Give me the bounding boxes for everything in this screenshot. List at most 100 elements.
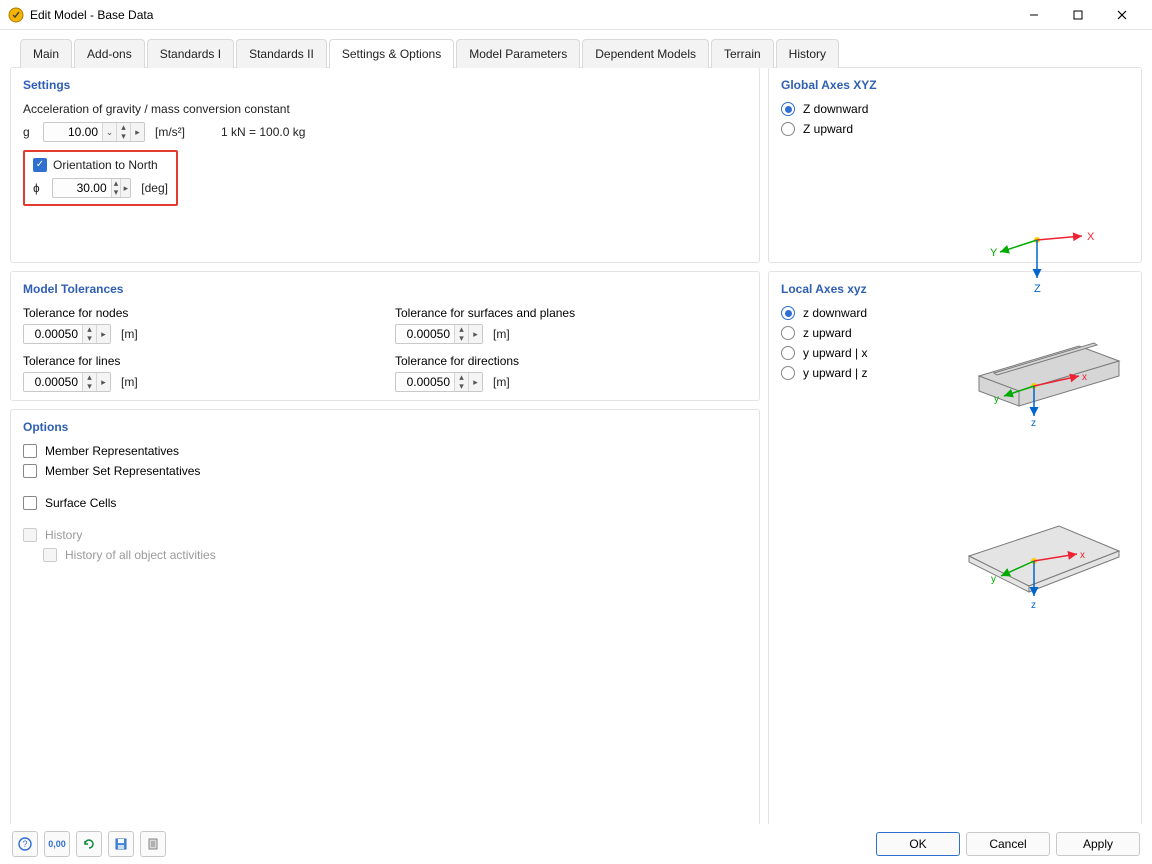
tab-settings-options[interactable]: Settings & Options xyxy=(329,39,454,68)
tol-directions-stepper[interactable]: ▴▾ xyxy=(454,373,468,391)
units-icon-button[interactable]: 0,00 xyxy=(44,831,70,857)
footer: ? 0,00 OK Cancel Apply xyxy=(0,824,1152,864)
g-note: 1 kN = 100.0 kg xyxy=(221,125,305,139)
apply-button[interactable]: Apply xyxy=(1056,832,1140,856)
local-z-down-radio[interactable] xyxy=(781,306,795,320)
tab-history[interactable]: History xyxy=(776,39,839,68)
tab-dependent-models[interactable]: Dependent Models xyxy=(582,39,709,68)
cancel-button[interactable]: Cancel xyxy=(966,832,1050,856)
member-set-rep-checkbox[interactable] xyxy=(23,464,37,478)
close-button[interactable] xyxy=(1100,1,1144,29)
tol-directions-input[interactable] xyxy=(396,373,454,391)
local-z-up-radio[interactable] xyxy=(781,326,795,340)
svg-text:x: x xyxy=(1080,550,1085,561)
tol-nodes-spinner[interactable]: ▴▾ ▸ xyxy=(23,324,111,344)
phi-input[interactable] xyxy=(53,179,111,197)
global-z-up-radio[interactable] xyxy=(781,122,795,136)
local-y-up-z-radio[interactable] xyxy=(781,366,795,380)
tol-surfaces-input[interactable] xyxy=(396,325,454,343)
minimize-button[interactable] xyxy=(1012,1,1056,29)
tab-bar: Main Add-ons Standards I Standards II Se… xyxy=(0,30,1152,67)
help-icon-button[interactable]: ? xyxy=(12,831,38,857)
tol-nodes-go-icon[interactable]: ▸ xyxy=(96,325,110,343)
local-axes-plate-diagram: x y z xyxy=(781,506,1129,616)
svg-text:Y: Y xyxy=(990,247,998,259)
history-label: History xyxy=(45,528,82,542)
window-title: Edit Model - Base Data xyxy=(30,8,153,22)
tab-model-parameters[interactable]: Model Parameters xyxy=(456,39,580,68)
tol-nodes-label: Tolerance for nodes xyxy=(23,306,375,320)
tol-directions-label: Tolerance for directions xyxy=(395,354,747,368)
tol-lines-spinner[interactable]: ▴▾ ▸ xyxy=(23,372,111,392)
svg-text:x: x xyxy=(1082,372,1087,383)
tol-surfaces-go-icon[interactable]: ▸ xyxy=(468,325,482,343)
local-y-up-z-label: y upward | z xyxy=(803,366,867,380)
surface-cells-checkbox[interactable] xyxy=(23,496,37,510)
panel-tolerances: Model Tolerances Tolerance for nodes ▴▾ … xyxy=(10,271,760,401)
panel-options: Options Member Representatives Member Se… xyxy=(10,409,760,857)
svg-text:Z: Z xyxy=(1034,283,1041,295)
tab-standards-2[interactable]: Standards II xyxy=(236,39,327,68)
g-symbol: g xyxy=(23,125,37,139)
tol-lines-stepper[interactable]: ▴▾ xyxy=(82,373,96,391)
history-all-label: History of all object activities xyxy=(65,548,216,562)
gravity-label: Acceleration of gravity / mass conversio… xyxy=(23,102,747,116)
g-input-spinner[interactable]: ⌄ ▴▾ ▸ xyxy=(43,122,145,142)
local-z-up-label: z upward xyxy=(803,326,852,340)
g-stepper[interactable]: ▴▾ xyxy=(116,123,130,141)
global-z-up-label: Z upward xyxy=(803,122,853,136)
phi-symbol: ɸ xyxy=(33,181,46,195)
tol-surfaces-unit: [m] xyxy=(493,327,510,341)
phi-go-icon[interactable]: ▸ xyxy=(120,179,130,197)
tab-addons[interactable]: Add-ons xyxy=(74,39,145,68)
save-icon-button[interactable] xyxy=(108,831,134,857)
app-icon xyxy=(8,7,24,23)
tol-lines-unit: [m] xyxy=(121,375,138,389)
local-y-up-x-radio[interactable] xyxy=(781,346,795,360)
local-y-up-x-label: y upward | x xyxy=(803,346,867,360)
history-all-checkbox xyxy=(43,548,57,562)
panel-title-options: Options xyxy=(23,420,747,434)
tol-directions-go-icon[interactable]: ▸ xyxy=(468,373,482,391)
ok-button[interactable]: OK xyxy=(876,832,960,856)
global-axes-diagram: X Y Z xyxy=(982,220,1102,300)
member-rep-checkbox[interactable] xyxy=(23,444,37,458)
maximize-button[interactable] xyxy=(1056,1,1100,29)
title-bar: Edit Model - Base Data xyxy=(0,0,1152,30)
svg-text:y: y xyxy=(994,394,999,405)
global-z-down-radio[interactable] xyxy=(781,102,795,116)
tol-nodes-stepper[interactable]: ▴▾ xyxy=(82,325,96,343)
tab-standards-1[interactable]: Standards I xyxy=(147,39,234,68)
svg-text:X: X xyxy=(1087,231,1095,243)
tab-main[interactable]: Main xyxy=(20,39,72,68)
tab-terrain[interactable]: Terrain xyxy=(711,39,774,68)
orientation-highlight: Orientation to North ɸ ▴▾ ▸ [deg] xyxy=(23,150,178,206)
g-go-icon[interactable]: ▸ xyxy=(130,123,144,141)
tol-surfaces-spinner[interactable]: ▴▾ ▸ xyxy=(395,324,483,344)
tol-lines-label: Tolerance for lines xyxy=(23,354,375,368)
member-rep-label: Member Representatives xyxy=(45,444,179,458)
g-unit: [m/s²] xyxy=(155,125,185,139)
refresh-icon-button[interactable] xyxy=(76,831,102,857)
panel-global-axes: Global Axes XYZ Z downward Z upward xyxy=(768,67,1142,263)
local-z-down-label: z downward xyxy=(803,306,867,320)
orientation-label: Orientation to North xyxy=(53,158,158,172)
phi-input-spinner[interactable]: ▴▾ ▸ xyxy=(52,178,132,198)
clipboard-icon-button[interactable] xyxy=(140,831,166,857)
global-z-down-label: Z downward xyxy=(803,102,868,116)
g-dropdown-icon[interactable]: ⌄ xyxy=(102,123,116,141)
svg-text:z: z xyxy=(1031,418,1036,426)
tol-lines-input[interactable] xyxy=(24,373,82,391)
panel-title-global-axes: Global Axes XYZ xyxy=(781,78,1129,92)
phi-stepper[interactable]: ▴▾ xyxy=(111,179,121,197)
g-input[interactable] xyxy=(44,123,102,141)
tol-directions-unit: [m] xyxy=(493,375,510,389)
phi-unit: [deg] xyxy=(141,181,168,195)
tol-nodes-input[interactable] xyxy=(24,325,82,343)
tol-directions-spinner[interactable]: ▴▾ ▸ xyxy=(395,372,483,392)
orientation-checkbox[interactable] xyxy=(33,158,47,172)
content-area: Settings Acceleration of gravity / mass … xyxy=(0,67,1152,857)
svg-text:?: ? xyxy=(22,839,27,849)
tol-surfaces-stepper[interactable]: ▴▾ xyxy=(454,325,468,343)
tol-lines-go-icon[interactable]: ▸ xyxy=(96,373,110,391)
